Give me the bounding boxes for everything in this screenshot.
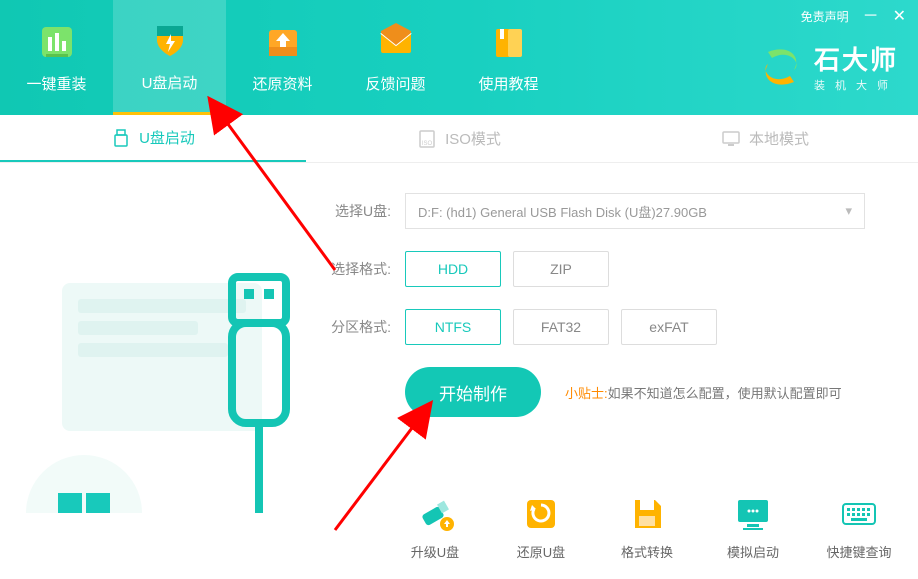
tool-label: 还原U盘: [517, 542, 565, 561]
tool-hotkey[interactable]: 快捷键查询: [822, 494, 896, 561]
action-row: 开始制作 小贴士:如果不知道怎么配置，使用默认配置即可: [405, 367, 875, 417]
restore-icon: [521, 494, 561, 534]
footer-tools: 升级U盘 还原U盘 格式转换 模拟启动 快捷键查询: [398, 494, 896, 561]
opt-exfat[interactable]: exFAT: [621, 309, 717, 345]
sub-tabs: U盘启动 ISO ISO模式 本地模式: [0, 115, 918, 163]
tool-label: 升级U盘: [411, 542, 459, 561]
tool-convert[interactable]: 格式转换: [610, 494, 684, 561]
nav-label: 反馈问题: [365, 73, 425, 94]
tool-label: 模拟启动: [727, 542, 779, 561]
disclaimer-link[interactable]: 免责声明: [801, 8, 849, 25]
row-partition: 分区格式: NTFS FAT32 exFAT: [315, 309, 875, 345]
upload-box-icon: [262, 21, 304, 63]
start-button[interactable]: 开始制作: [405, 367, 541, 417]
partition-label: 分区格式:: [315, 317, 391, 337]
shield-bolt-icon: [149, 20, 191, 62]
nav-label: U盘启动: [142, 72, 198, 93]
brand-subtitle: 装机大师: [814, 77, 898, 93]
tab-iso[interactable]: ISO ISO模式: [306, 115, 612, 162]
keyboard-icon: [839, 494, 879, 534]
row-format: 选择格式: HDD ZIP: [315, 251, 875, 287]
caret-down-icon: ▾: [845, 203, 852, 219]
partition-options: NTFS FAT32 exFAT: [405, 309, 717, 345]
disk-value: D:F: (hd1) General USB Flash Disk (U盘)27…: [418, 202, 707, 221]
nav-label: 还原资料: [252, 73, 312, 94]
tab-label: 本地模式: [749, 128, 809, 149]
nav-label: 一键重装: [26, 73, 86, 94]
opt-zip[interactable]: ZIP: [513, 251, 609, 287]
tool-label: 格式转换: [621, 542, 673, 561]
tip-label: 小贴士:: [565, 386, 608, 401]
close-button[interactable]: ✕: [893, 9, 906, 25]
tab-usb-boot[interactable]: U盘启动: [0, 115, 306, 162]
svg-text:ISO: ISO: [422, 141, 433, 147]
header: 免责声明 － ✕ 一键重装 U盘启动 还原资料 反馈问题: [0, 0, 918, 115]
tip-text: 如果不知道怎么配置，使用默认配置即可: [608, 386, 842, 401]
opt-hdd[interactable]: HDD: [405, 251, 501, 287]
tab-label: U盘启动: [139, 127, 195, 148]
format-label: 选择格式:: [315, 259, 391, 279]
opt-fat32[interactable]: FAT32: [513, 309, 609, 345]
usb-illustration: [0, 193, 305, 493]
brand-title: 石大师: [814, 40, 898, 77]
tip: 小贴士:如果不知道怎么配置，使用默认配置即可: [565, 383, 842, 402]
iso-icon: ISO: [417, 129, 437, 149]
nav-usb-boot[interactable]: U盘启动: [113, 0, 226, 115]
form: 选择U盘: D:F: (hd1) General USB Flash Disk …: [315, 193, 875, 493]
row-disk: 选择U盘: D:F: (hd1) General USB Flash Disk …: [315, 193, 875, 229]
usb-icon: [111, 128, 131, 148]
brand-logo-icon: [758, 44, 804, 90]
tool-restore-usb[interactable]: 还原U盘: [504, 494, 578, 561]
mail-icon: [375, 21, 417, 63]
book-icon: [488, 21, 530, 63]
nav-label: 使用教程: [478, 73, 538, 94]
monitor-icon: [721, 129, 741, 149]
disk-label: 选择U盘:: [315, 201, 391, 221]
nav-reinstall[interactable]: 一键重装: [0, 0, 113, 115]
content: 选择U盘: D:F: (hd1) General USB Flash Disk …: [0, 163, 918, 493]
opt-ntfs[interactable]: NTFS: [405, 309, 501, 345]
minimize-button[interactable]: －: [863, 9, 879, 25]
nav-feedback[interactable]: 反馈问题: [339, 0, 452, 115]
main-nav: 一键重装 U盘启动 还原资料 反馈问题 使用教程: [0, 0, 565, 115]
nav-tutorial[interactable]: 使用教程: [452, 0, 565, 115]
format-options: HDD ZIP: [405, 251, 609, 287]
tool-simulate[interactable]: 模拟启动: [716, 494, 790, 561]
usb-up-icon: [415, 494, 455, 534]
tab-label: ISO模式: [445, 128, 501, 149]
brand: 石大师 装机大师: [758, 40, 898, 93]
tab-local[interactable]: 本地模式: [612, 115, 918, 162]
chart-icon: [36, 21, 78, 63]
nav-restore[interactable]: 还原资料: [226, 0, 339, 115]
disk-select[interactable]: D:F: (hd1) General USB Flash Disk (U盘)27…: [405, 193, 865, 229]
save-icon: [627, 494, 667, 534]
tool-label: 快捷键查询: [826, 542, 891, 561]
tool-upgrade-usb[interactable]: 升级U盘: [398, 494, 472, 561]
monitor-loading-icon: [733, 494, 773, 534]
window-controls: 免责声明 － ✕: [801, 8, 906, 25]
